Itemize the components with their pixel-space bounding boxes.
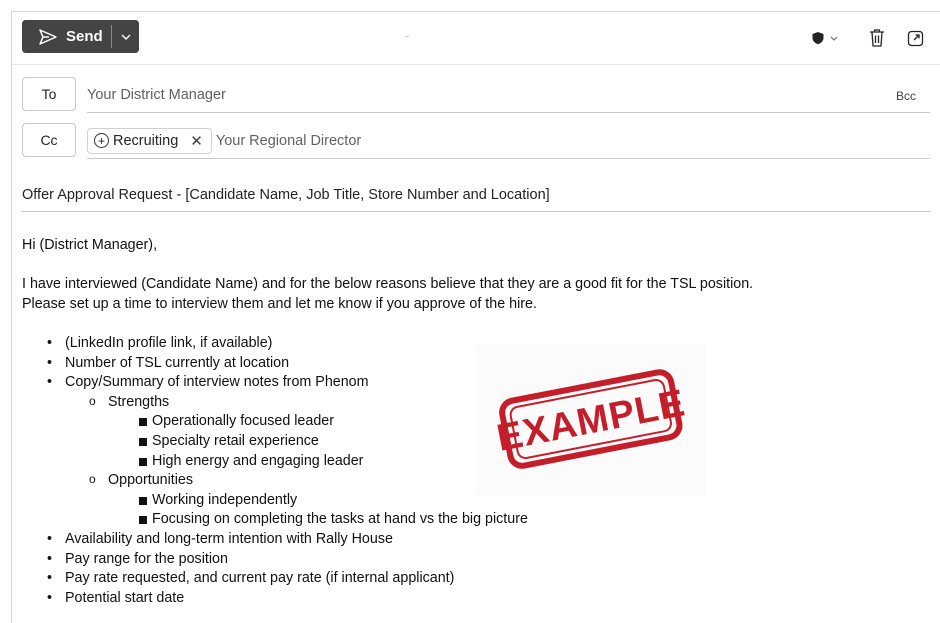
example-stamp-image: EXAMPLE	[476, 345, 706, 495]
list-item: Potential start date	[22, 589, 922, 609]
chevron-down-icon	[121, 34, 130, 40]
send-split-button[interactable]: Send	[22, 20, 139, 53]
toolbar-divider	[12, 64, 940, 65]
recipient-chip[interactable]: + Recruiting ✕	[87, 127, 212, 154]
cc-placeholder: Your Regional Director	[215, 132, 362, 149]
cc-row: Cc + Recruiting ✕ Your Regional Director	[22, 123, 930, 159]
chevron-down-icon	[830, 36, 837, 41]
discard-button[interactable]	[865, 28, 889, 48]
send-label: Send	[66, 28, 103, 45]
compose-actions	[809, 28, 927, 48]
message-body[interactable]: Hi (District Manager), I have interviewe…	[22, 236, 922, 608]
shield-icon	[812, 32, 823, 45]
list-item: Number of TSL currently at location	[22, 354, 922, 374]
opportunities-label: Opportunities	[108, 472, 194, 489]
example-stamp: EXAMPLE	[494, 369, 689, 469]
send-options-button[interactable]	[112, 20, 139, 53]
requirements-list: (LinkedIn profile link, if available) Nu…	[22, 334, 922, 608]
compose-pane: Send To Your District Manager Bcc Cc + R…	[11, 11, 940, 623]
send-icon	[39, 28, 57, 45]
intro-line-1: I have interviewed (Candidate Name) and …	[22, 276, 754, 293]
cc-field[interactable]: + Recruiting ✕ Your Regional Director	[87, 123, 930, 159]
opportunities-list: Working independently Focusing on comple…	[108, 491, 922, 530]
list-item: Copy/Summary of interview notes from Phe…	[22, 373, 922, 530]
subject-field[interactable]: Offer Approval Request - [Candidate Name…	[22, 178, 930, 212]
trash-icon	[870, 29, 884, 47]
bcc-button[interactable]: Bcc	[896, 89, 916, 103]
to-button[interactable]: To	[22, 77, 76, 111]
svg-text:EXAMPLE: EXAMPLE	[494, 382, 689, 460]
group-add-icon: +	[94, 133, 109, 148]
pop-out-button[interactable]	[903, 30, 927, 47]
list-item-label: Copy/Summary of interview notes from Phe…	[65, 374, 369, 391]
close-icon[interactable]: ✕	[190, 132, 203, 150]
list-item: (LinkedIn profile link, if available)	[22, 334, 922, 354]
subject-text: Offer Approval Request - [Candidate Name…	[22, 186, 550, 203]
list-item: Focusing on completing the tasks at hand…	[108, 510, 922, 530]
list-item: Pay range for the position	[22, 550, 922, 570]
list-item: Pay rate requested, and current pay rate…	[22, 569, 922, 589]
to-row: To Your District Manager Bcc	[22, 77, 930, 113]
cc-button[interactable]: Cc	[22, 123, 76, 157]
greeting: Hi (District Manager),	[22, 237, 158, 253]
send-button[interactable]: Send	[22, 20, 111, 53]
list-item: Availability and long-term intention wit…	[22, 530, 922, 550]
intro-line-2: Please set up a time to interview them a…	[22, 295, 537, 312]
pop-out-icon	[907, 30, 923, 46]
to-field[interactable]: Your District Manager	[87, 77, 930, 113]
strengths-label: Strengths	[108, 393, 170, 410]
chip-label: Recruiting	[113, 132, 179, 149]
toolbar-marker	[405, 36, 409, 37]
sensitivity-button[interactable]	[809, 31, 839, 45]
to-placeholder: Your District Manager	[87, 86, 226, 103]
